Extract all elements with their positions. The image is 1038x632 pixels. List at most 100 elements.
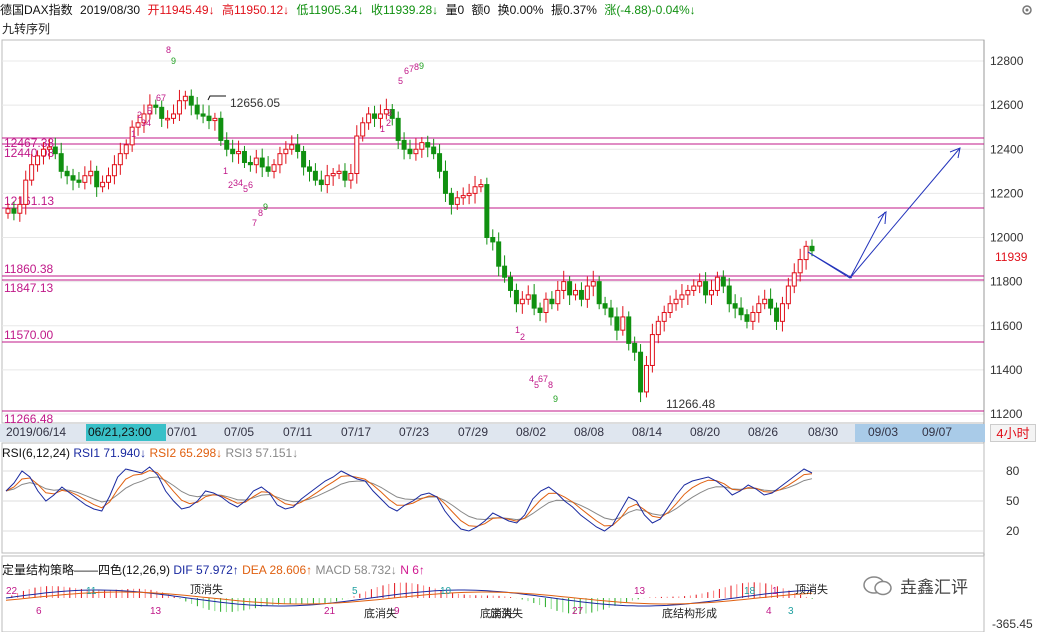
- period-button[interactable]: 4小时: [990, 424, 1036, 442]
- candle-body: [502, 265, 508, 278]
- candle-body: [413, 148, 419, 155]
- y-tick-label: 12800: [990, 54, 1024, 68]
- rsi3-line: [5, 476, 813, 521]
- candle-body: [176, 100, 182, 115]
- y-tick-label: 11800: [990, 275, 1023, 289]
- indicator-label: 九转序列: [2, 22, 51, 36]
- chart-canvas[interactable]: 12467.3812440.9812161.1311860.3811847.13…: [0, 0, 1038, 632]
- macd-header: 定量结构策略——四色(12,26,9) DIF 57.972↑ DEA 28.6…: [2, 561, 425, 578]
- amplitude-value: 振0.37%: [550, 3, 597, 17]
- volume-value: 量0: [445, 3, 465, 17]
- candle-body: [224, 139, 230, 150]
- candle-body: [159, 106, 165, 119]
- candle-body: [679, 294, 685, 300]
- last-price-tag: 11939: [995, 250, 1028, 264]
- candle-body: [29, 164, 35, 181]
- dea-value: DEA 28.606↑: [242, 563, 313, 577]
- macd-count-number: 13: [634, 586, 646, 597]
- candle-body: [312, 170, 318, 181]
- candle-body: [519, 298, 525, 305]
- candle-body: [123, 144, 129, 155]
- candle-body: [578, 289, 584, 300]
- candle-body: [395, 117, 401, 141]
- settings-icon[interactable]: [1020, 3, 1034, 17]
- amount-value: 额0: [471, 3, 491, 17]
- candle-body: [58, 153, 64, 172]
- sequence-number: 2: [386, 118, 391, 128]
- candle-body: [667, 303, 673, 314]
- macd-title: 定量结构策略——四色(12,26,9): [2, 563, 171, 577]
- candle-body: [750, 312, 756, 322]
- sequence-number: 8: [166, 45, 171, 55]
- candle-body: [809, 245, 815, 252]
- macd-count-number: 21: [324, 606, 336, 617]
- macd-count-number: 27: [572, 606, 584, 617]
- date-tick: 09/03: [868, 425, 899, 439]
- candle-body: [768, 298, 774, 309]
- level-label-l3: 12161.13: [4, 194, 54, 208]
- rsi-level-label: 50: [1006, 494, 1020, 508]
- candle-body: [525, 294, 531, 300]
- candle-body: [218, 117, 224, 141]
- arrow-path-2: [849, 147, 961, 279]
- candle-body: [661, 312, 667, 322]
- candle-body: [419, 142, 425, 150]
- candle-body: [673, 298, 679, 305]
- sequence-number: 3: [387, 108, 392, 118]
- date-tick: 07/11: [283, 425, 313, 439]
- peak-label: 12656.05: [230, 96, 280, 110]
- rsi-title: RSI(6,12,24): [2, 446, 71, 460]
- watermark: 垚鑫汇评: [900, 578, 968, 597]
- rsi1-value: RSI1 71.940↓: [73, 446, 147, 460]
- date-tick: 08/20: [690, 425, 721, 439]
- date-tick: 09/07: [922, 425, 953, 439]
- candle-body: [283, 148, 289, 155]
- candle-body: [643, 364, 649, 393]
- candle-body: [366, 113, 372, 124]
- low-value: 低11905.34↓: [296, 3, 364, 17]
- candle-body: [372, 113, 378, 119]
- candle-body: [106, 175, 111, 183]
- candle-body: [40, 148, 46, 157]
- macd-signal-label: 底消失: [364, 606, 397, 620]
- candle-body: [472, 186, 478, 194]
- macd-count-number: 4: [766, 606, 772, 617]
- candle-body: [407, 148, 413, 155]
- candle-body: [5, 208, 11, 214]
- candle-body: [336, 170, 342, 175]
- candle-body: [212, 117, 218, 122]
- sequence-number: 9: [553, 394, 558, 404]
- candle-body: [756, 303, 762, 314]
- sequence-number: 9: [419, 61, 424, 71]
- candle-body: [230, 148, 236, 155]
- candle-body: [241, 150, 247, 163]
- candle-body: [697, 281, 703, 287]
- candle-body: [460, 195, 466, 199]
- candle-body: [484, 184, 490, 239]
- candle-body: [691, 285, 697, 291]
- candle-body: [785, 285, 791, 305]
- candle-body: [726, 285, 732, 305]
- change-value: 涨(-4.88)-0.04%↓: [604, 3, 696, 17]
- candle-body: [685, 289, 691, 296]
- y-tick-label: 12000: [990, 231, 1024, 245]
- candle-body: [342, 170, 348, 181]
- candle-body: [720, 276, 726, 287]
- sequence-number: 8: [548, 380, 553, 390]
- candle-body: [448, 192, 454, 205]
- candle-body: [590, 281, 596, 287]
- rsi-header: RSI(6,12,24) RSI1 71.940↓ RSI2 65.298↓ R…: [2, 446, 298, 460]
- rsi-level-label: 20: [1006, 524, 1020, 538]
- candle-body: [549, 298, 555, 305]
- candle-body: [188, 95, 194, 106]
- price-grid: [1, 39, 985, 632]
- candle-body: [762, 298, 768, 305]
- level-label-l4: 11860.38: [4, 262, 53, 276]
- candle-body: [289, 144, 295, 150]
- arrow-path-3: [807, 251, 853, 279]
- high-value: 高11950.12↓: [221, 3, 290, 17]
- candle-body: [171, 113, 177, 119]
- candle-body: [88, 170, 94, 177]
- macd-value: MACD 58.732↓: [315, 563, 397, 577]
- date-tick: 08/02: [516, 425, 547, 439]
